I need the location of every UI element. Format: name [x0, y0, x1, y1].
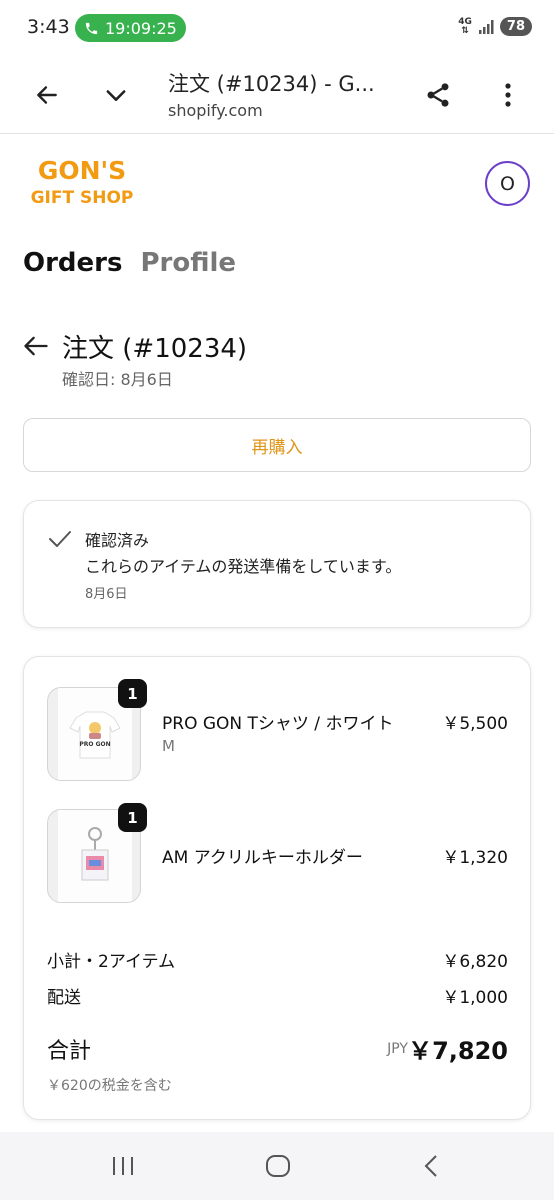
rebuy-button[interactable]: 再購入: [23, 418, 531, 472]
subtotal-label: 小計・2アイテム: [47, 952, 176, 972]
account-nav: Orders Profile: [23, 248, 236, 278]
arrow-left-icon: [24, 336, 48, 356]
check-icon: [49, 531, 71, 547]
item-name: PRO GON Tシャツ / ホワイト: [162, 714, 394, 734]
tab-profile[interactable]: Profile: [140, 248, 236, 278]
shop-header: GON'S GIFT SHOP O: [0, 135, 554, 235]
total-value: ￥7,820: [408, 1037, 508, 1065]
order-status-card: 確認済み これらのアイテムの発送準備をしています。 8月6日: [23, 500, 531, 628]
call-timer: 19:09:25: [105, 18, 177, 38]
phone-icon: [85, 22, 98, 34]
page-title: 注文 (#10234) - G...: [168, 72, 375, 96]
status-message: これらのアイテムの発送準備をしています。: [85, 557, 402, 576]
home-icon: [266, 1155, 290, 1177]
arrow-left-icon: [37, 86, 57, 104]
browser-toolbar: 注文 (#10234) - G... shopify.com: [0, 56, 554, 134]
item-name: AM アクリルキーホルダー: [162, 848, 363, 868]
svg-text:GIFT SHOP: GIFT SHOP: [31, 188, 134, 207]
system-nav-bar: [0, 1132, 554, 1200]
status-time: 3:43: [27, 16, 70, 38]
page-url[interactable]: shopify.com: [168, 101, 263, 120]
chevron-down-icon: [106, 90, 126, 101]
share-button[interactable]: [421, 78, 455, 112]
status-bar: 3:43 19:09:25 4G ⇅ 78: [0, 0, 554, 56]
home-button[interactable]: [265, 1154, 291, 1182]
order-items-card: PRO GON 1 PRO GON Tシャツ / ホワイト M ￥5,500 1…: [23, 656, 531, 1120]
more-vertical-icon: [505, 83, 511, 107]
signal-icon: [478, 19, 494, 34]
system-back-button[interactable]: [422, 1154, 442, 1182]
share-icon: [427, 83, 449, 107]
tax-note: ￥620の税金を含む: [47, 1078, 172, 1094]
chevron-left-icon: [424, 1155, 437, 1177]
shipping-label: 配送: [47, 988, 81, 1008]
battery-level: 78: [499, 17, 532, 36]
status-date: 8月6日: [85, 587, 128, 602]
collapse-button[interactable]: [99, 78, 133, 112]
total-label: 合計: [47, 1039, 92, 1064]
svg-text:GON'S: GON'S: [38, 156, 126, 185]
item-price: ￥1,320: [442, 848, 508, 868]
svg-text:PRO GON: PRO GON: [79, 741, 110, 748]
tab-orders[interactable]: Orders: [23, 248, 122, 278]
item-price: ￥5,500: [442, 714, 508, 734]
order-back-button[interactable]: [22, 332, 50, 364]
total-currency: JPY: [387, 1041, 408, 1057]
item-quantity-badge: 1: [118, 803, 147, 832]
call-indicator[interactable]: 19:09:25: [75, 14, 186, 42]
recents-icon: [113, 1157, 133, 1175]
network-type: 4G ⇅: [458, 16, 472, 36]
status-title: 確認済み: [85, 531, 150, 550]
order-title: 注文 (#10234): [62, 334, 248, 364]
item-variant: M: [162, 737, 175, 755]
order-confirmed-date: 確認日: 8月6日: [62, 370, 173, 389]
shop-logo[interactable]: GON'S GIFT SHOP: [22, 155, 142, 208]
recents-button[interactable]: [110, 1154, 136, 1182]
avatar[interactable]: O: [485, 161, 530, 206]
back-button[interactable]: [30, 78, 64, 112]
more-button[interactable]: [491, 78, 525, 112]
item-quantity-badge: 1: [118, 679, 147, 708]
subtotal-value: ￥6,820: [442, 952, 508, 972]
shipping-value: ￥1,000: [442, 988, 508, 1008]
